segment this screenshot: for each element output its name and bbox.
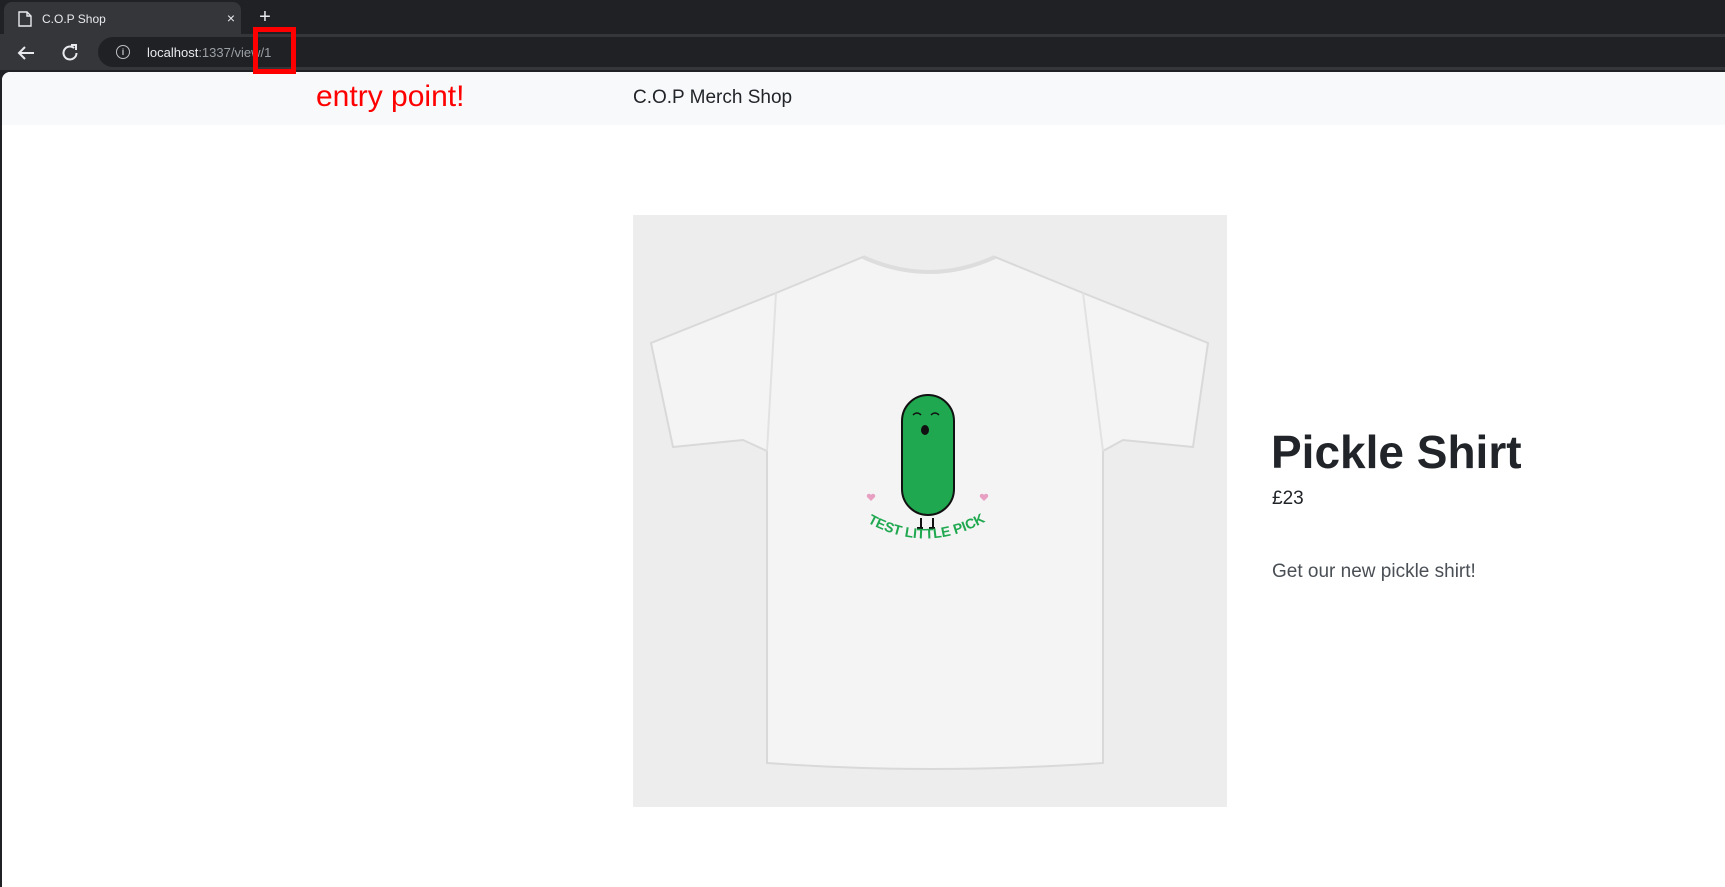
tshirt-image: CUTEST LITTLE PICKLE [628,202,1210,770]
brand-link[interactable]: C.O.P Merch Shop [633,87,792,109]
url-host: localhost [147,45,199,60]
info-icon[interactable]: i [116,45,130,59]
annotation-highlight-box [253,27,296,74]
back-arrow-icon[interactable] [15,42,37,64]
site-navbar: C.O.P Merch Shop [2,72,1725,125]
reload-icon[interactable] [59,42,81,64]
page-viewport: C.O.P Merch Shop CUTEST LITTLE PICKLE [2,72,1725,887]
browser-tab[interactable]: C.O.P Shop × [4,2,241,34]
product-title: Pickle Shirt [1271,426,1522,478]
close-icon[interactable]: × [222,9,240,27]
product-image: CUTEST LITTLE PICKLE [628,202,1227,807]
product-description: Get our new pickle shirt! [1272,561,1476,582]
new-tab-button[interactable]: + [253,5,277,29]
address-bar[interactable]: i localhost:1337/view/1 [98,37,1725,67]
annotation-label: entry point! [316,80,465,113]
product-price: £23 [1272,488,1304,509]
page-icon [18,11,32,27]
tab-title: C.O.P Shop [42,12,106,26]
